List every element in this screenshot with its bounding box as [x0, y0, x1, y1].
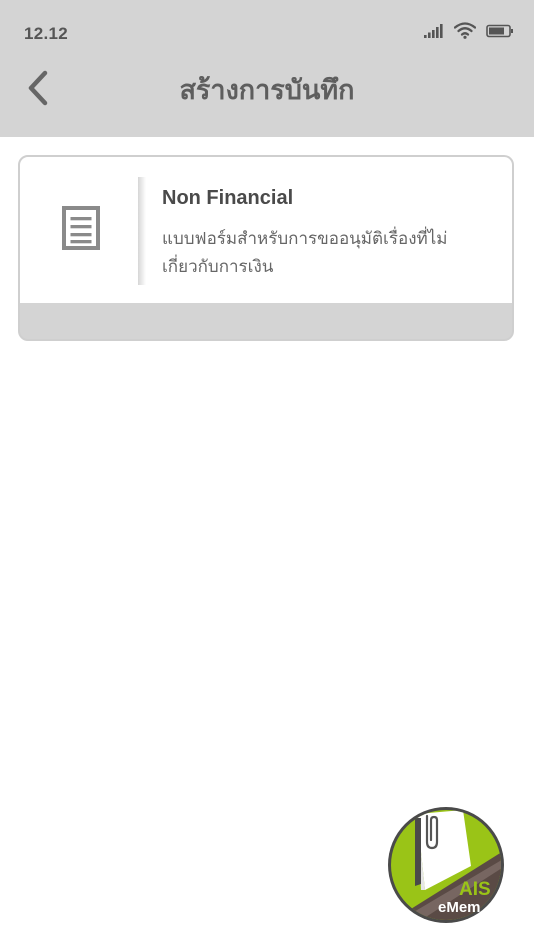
- card-title: Non Financial: [162, 187, 294, 209]
- page-title: สร้างการบันทึก: [179, 75, 355, 106]
- card-description: แบบฟอร์มสำหรับการขออนุมัติเรื่องที่ไม่เก…: [162, 229, 448, 277]
- card-body: Non Financial แบบฟอร์มสำหรับการขออนุมัติ…: [20, 157, 512, 303]
- wifi-icon: [454, 22, 476, 39]
- app-header: 12.12 สร้างการบันทึก: [0, 0, 534, 137]
- status-icons: [424, 22, 514, 39]
- document-icon: [62, 206, 100, 250]
- status-time: 12.12: [24, 24, 69, 43]
- card-divider: [138, 177, 146, 285]
- non-financial-card[interactable]: Non Financial แบบฟอร์มสำหรับการขออนุมัติ…: [18, 155, 514, 341]
- battery-icon: [486, 24, 513, 37]
- ais-ememo-fab[interactable]: AIS eMem: [387, 806, 505, 924]
- fab-product-text: eMem: [438, 899, 481, 916]
- signal-icon: [424, 23, 443, 38]
- back-button[interactable]: [18, 66, 58, 110]
- chevron-left-icon: [28, 70, 48, 106]
- ais-ememo-logo: AIS eMem: [388, 807, 504, 923]
- fab-brand-text: AIS: [459, 879, 491, 900]
